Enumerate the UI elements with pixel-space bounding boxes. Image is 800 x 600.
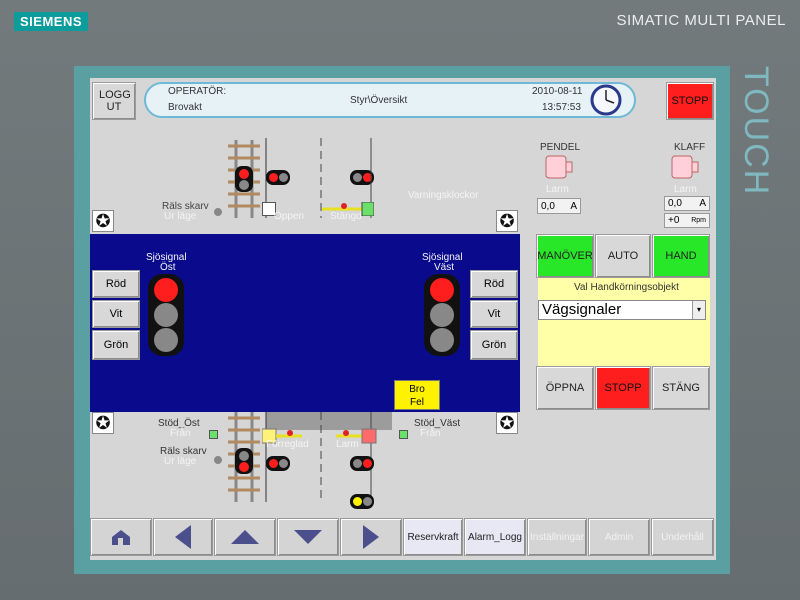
model-name: SIMATIC MULTI PANEL	[616, 12, 786, 29]
brand-logo: SIEMENS	[14, 12, 89, 31]
hand-button[interactable]: HAND	[652, 234, 710, 278]
maneuver-button[interactable]: MANÖVER	[536, 234, 594, 278]
arrow-right-icon	[363, 525, 379, 549]
home-icon	[112, 530, 130, 545]
home-button[interactable]	[90, 518, 152, 556]
maintenance-button[interactable]: Underhåll	[651, 518, 714, 556]
nav-up-button[interactable]	[214, 518, 276, 556]
east-green-button[interactable]: Grön	[92, 330, 140, 360]
rail-joint-signal-bottom	[235, 448, 253, 474]
arrow-left-icon	[175, 525, 191, 549]
arrow-up-icon	[231, 530, 259, 544]
pendel-alarm-label: Larm	[546, 184, 569, 195]
sea-signal-west-sub: Väst	[434, 262, 455, 273]
sea-signal-west	[424, 274, 460, 356]
touch-label: TOUCH	[737, 66, 775, 197]
west-white-button[interactable]: Vit	[470, 300, 518, 328]
chevron-down-icon[interactable]: ▾	[692, 301, 705, 319]
pendel-current-value: 0,0 A	[537, 198, 581, 214]
barrier-closed-label: Stängd	[330, 211, 362, 222]
road-dash-line-bottom	[320, 412, 322, 502]
pendel-label: PENDEL	[540, 142, 581, 153]
road-signal-bottom-yellow	[350, 494, 374, 509]
nav-down-button[interactable]	[277, 518, 339, 556]
nav-left-button[interactable]	[153, 518, 213, 556]
operator-label: OPERATÖR:	[168, 86, 227, 97]
open-button[interactable]: ÖPPNA	[536, 366, 594, 410]
bottom-right-star-icon[interactable]: ✪	[496, 412, 518, 434]
support-west-indicator	[399, 430, 408, 439]
klaff-label: KLAFF	[674, 142, 706, 153]
object-select-label: Val Handkörningsobjekt	[574, 282, 679, 293]
clock-icon	[590, 84, 622, 116]
arrow-down-icon	[294, 530, 322, 544]
manual-object-panel: Val Handkörningsobjekt	[538, 278, 710, 366]
west-green-button[interactable]: Grön	[470, 330, 518, 360]
date-display: 2010-08-11	[532, 86, 583, 97]
warning-bells-label: Varningsklockor	[408, 190, 479, 201]
rail-joint-bottom-state: Ur läge	[164, 456, 197, 467]
support-east-state: Från	[170, 428, 191, 439]
nav-right-button[interactable]	[340, 518, 402, 556]
rail-joint-top-state: Ur läge	[164, 211, 197, 222]
pendel-motor-icon	[545, 155, 573, 179]
sea-signal-east	[148, 274, 184, 356]
sea-area: Sjösignal Öst Röd Vit Grön Sjösignal Väs…	[90, 234, 520, 412]
east-white-button[interactable]: Vit	[92, 300, 140, 328]
klaff-current-value: 0,0 A	[664, 196, 710, 211]
klaff-alarm-label: Larm	[674, 184, 697, 195]
support-west-state: Från	[420, 428, 441, 439]
logout-button[interactable]: LOGG UT	[92, 82, 136, 120]
time-display: 13:57:53	[542, 102, 581, 113]
sea-signal-east-sub: Öst	[160, 262, 176, 273]
west-red-button[interactable]: Röd	[470, 270, 518, 298]
track-divider-bottom	[265, 412, 267, 502]
rail-joint-signal-top	[235, 166, 253, 192]
locked-label: Förreglad	[266, 439, 309, 450]
emergency-stop-button[interactable]: STOPP	[666, 82, 714, 120]
top-right-star-icon[interactable]: ✪	[496, 210, 518, 232]
rail-joint-top-indicator	[214, 208, 222, 216]
top-left-star-icon[interactable]: ✪	[92, 210, 114, 232]
support-east-indicator	[209, 430, 218, 439]
admin-button[interactable]: Admin	[588, 518, 650, 556]
klaff-rpm-value: +0 Rpm	[664, 213, 710, 228]
alarm-log-button[interactable]: Alarm_Logg	[464, 518, 526, 556]
road-signal-top-left	[266, 170, 290, 185]
road-signal-bottom-right	[350, 456, 374, 471]
bridge-fault-indicator: Bro Fel	[394, 380, 440, 410]
east-red-button[interactable]: Röd	[92, 270, 140, 298]
object-select[interactable]: Vägsignaler ▾	[538, 300, 706, 320]
close-button[interactable]: STÄNG	[652, 366, 710, 410]
breadcrumb: Styr\Översikt	[350, 95, 408, 106]
rail-joint-bottom-indicator	[214, 456, 222, 464]
settings-button[interactable]: Inställningar	[527, 518, 587, 556]
reserve-power-button[interactable]: Reservkraft	[403, 518, 463, 556]
barrier-open-label: Öppen	[274, 211, 305, 222]
road-signal-bottom-left	[266, 456, 290, 471]
bottom-left-star-icon[interactable]: ✪	[92, 412, 114, 434]
klaff-motor-icon	[671, 155, 699, 179]
operator-name: Brovakt	[168, 102, 202, 113]
auto-button[interactable]: AUTO	[595, 234, 651, 278]
stop-button[interactable]: STOPP	[595, 366, 651, 410]
hmi-screen: LOGG UT OPERATÖR: Brovakt Styr\Översikt …	[90, 78, 716, 560]
alarm-label-bottom: Larm	[336, 439, 359, 450]
header-bar: OPERATÖR: Brovakt Styr\Översikt 2010-08-…	[144, 82, 636, 118]
